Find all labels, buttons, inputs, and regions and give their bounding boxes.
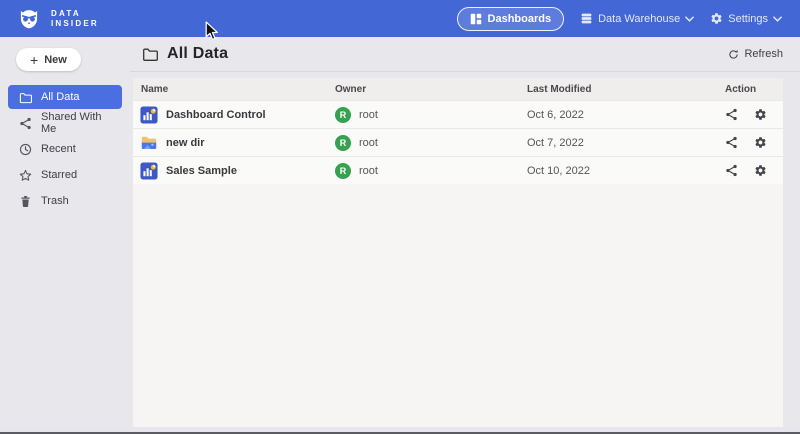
column-header-owner: Owner [335,84,527,95]
owner-avatar: R [335,107,351,123]
new-button-label: New [44,54,67,66]
trash-icon [19,195,32,208]
folder-file-icon [140,134,158,152]
star-icon [19,169,32,182]
data-warehouse-label: Data Warehouse [598,13,680,25]
folder-icon [142,46,158,62]
header-nav: Dashboards Data Warehouse Settings [457,7,790,31]
owl-logo-icon [16,6,42,32]
column-header-action: Action [725,84,783,95]
settings-menu[interactable]: Settings [710,12,782,25]
data-warehouse-menu[interactable]: Data Warehouse [580,12,694,25]
sidebar-item-trash[interactable]: Trash [8,189,122,213]
dashboard-file-icon [140,162,158,180]
data-table: Name Owner Last Modified Action Dashboar… [133,78,783,427]
plus-icon: + [30,53,38,67]
dashboards-button[interactable]: Dashboards [457,7,565,31]
gear-icon[interactable] [754,164,767,177]
refresh-label: Refresh [744,48,783,60]
settings-label: Settings [728,13,768,25]
sidebar-item-label: Trash [41,195,69,207]
page-title: All Data [167,45,228,63]
owner-cell: R root [335,107,527,123]
table-header-row: Name Owner Last Modified Action [133,78,783,100]
table-row[interactable]: Dashboard Control R root Oct 6, 2022 [133,100,783,128]
file-name[interactable]: new dir [166,137,205,149]
mouse-cursor [205,21,220,42]
name-cell: Sales Sample [133,162,335,180]
name-cell: new dir [133,134,335,152]
action-cell [725,108,783,121]
file-name[interactable]: Sales Sample [166,165,237,177]
sidebar-item-all-data[interactable]: All Data [8,85,122,109]
owner-cell: R root [335,163,527,179]
name-cell: Dashboard Control [133,106,335,124]
gear-icon[interactable] [754,136,767,149]
main-content: All Data Refresh Name Owner Last Modifie… [130,37,800,427]
clock-icon [19,143,32,156]
last-modified-cell: Oct 6, 2022 [527,109,725,121]
chevron-down-icon [685,16,694,22]
action-cell [725,136,783,149]
column-header-last-modified: Last Modified [527,84,725,95]
sidebar-nav: All Data Shared With Me Recent Starred T… [0,85,130,213]
sidebar-item-label: Recent [41,143,76,155]
sidebar-item-label: Starred [41,169,77,181]
owner-name: root [359,137,378,149]
content-header: All Data Refresh [130,37,800,72]
owner-name: root [359,165,378,177]
owner-name: root [359,109,378,121]
refresh-icon [728,49,739,60]
owner-cell: R root [335,135,527,151]
sidebar-item-starred[interactable]: Starred [8,163,122,187]
chevron-down-icon [773,16,782,22]
last-modified-cell: Oct 10, 2022 [527,165,725,177]
new-button[interactable]: + New [16,48,81,71]
sidebar-item-shared-with-me[interactable]: Shared With Me [8,111,122,135]
owner-avatar: R [335,163,351,179]
sidebar-item-label: All Data [41,91,80,103]
folder-icon [19,91,32,104]
file-name[interactable]: Dashboard Control [166,109,266,121]
app-logo: DATA INSIDER [16,6,99,32]
sidebar: + New All Data Shared With Me Recent Sta… [0,37,130,427]
app-logo-text: DATA INSIDER [51,9,99,29]
table-row[interactable]: Sales Sample R root Oct 10, 2022 [133,156,783,184]
sidebar-item-recent[interactable]: Recent [8,137,122,161]
app-header: DATA INSIDER Dashboards Data Warehouse S… [0,0,800,37]
dashboards-label: Dashboards [488,13,552,25]
last-modified-cell: Oct 7, 2022 [527,137,725,149]
action-cell [725,164,783,177]
share-icon[interactable] [725,108,738,121]
gear-icon [710,12,723,25]
sidebar-item-label: Shared With Me [41,111,111,135]
logo-line-2: INSIDER [51,19,99,29]
gear-icon[interactable] [754,108,767,121]
table-row[interactable]: new dir R root Oct 7, 2022 [133,128,783,156]
logo-line-1: DATA [51,9,99,19]
dashboard-file-icon [140,106,158,124]
share-icon[interactable] [725,164,738,177]
owner-avatar: R [335,135,351,151]
share-icon[interactable] [725,136,738,149]
database-icon [580,12,593,25]
dashboard-grid-icon [470,13,482,25]
refresh-button[interactable]: Refresh [728,48,783,60]
column-header-name: Name [133,84,335,95]
share-icon [19,117,32,130]
